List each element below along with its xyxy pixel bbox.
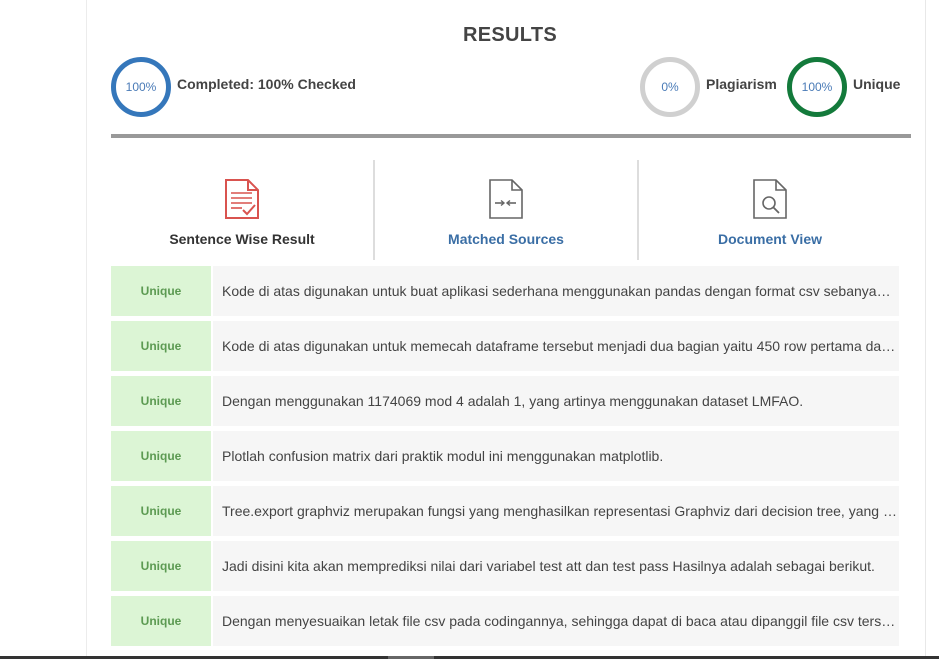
tab-sentence-wise-result[interactable]: Sentence Wise Result [111, 160, 373, 260]
tab-matched-sources[interactable]: Matched Sources [375, 160, 637, 260]
unique-status-badge: Unique [111, 376, 211, 426]
sentence-row[interactable]: Unique Jadi disini kita akan memprediksi… [111, 541, 899, 591]
unique-status-badge: Unique [111, 596, 211, 646]
card-edge [925, 0, 926, 659]
completed-label: Completed: 100% Checked [177, 76, 356, 92]
sentence-row[interactable]: Unique Kode di atas digunakan untuk meme… [111, 321, 899, 371]
results-title: RESULTS [463, 24, 557, 46]
tab-document-view-label: Document View [718, 231, 822, 247]
tab-matched-sources-label: Matched Sources [448, 231, 564, 247]
sentence-text: Jadi disini kita akan memprediksi nilai … [213, 541, 899, 591]
unique-status-badge: Unique [111, 321, 211, 371]
sentence-text: Kode di atas digunakan untuk memecah dat… [213, 321, 899, 371]
sentence-row[interactable]: Unique Kode di atas digunakan untuk buat… [111, 266, 899, 316]
document-check-icon [224, 178, 260, 225]
left-gutter [0, 0, 86, 659]
completed-progress-ring: 100% [111, 57, 171, 117]
unique-status-badge: Unique [111, 431, 211, 481]
unique-label: Unique [853, 76, 901, 92]
document-search-icon [752, 178, 788, 225]
sentence-row[interactable]: Unique Plotlah confusion matrix dari pra… [111, 431, 899, 481]
tab-document-view[interactable]: Document View [639, 160, 901, 260]
plagiarism-label: Plagiarism [706, 76, 777, 92]
unique-ring: 100% [787, 57, 847, 117]
sentence-text: Dengan menyesuaikan letak file csv pada … [213, 596, 899, 646]
plagiarism-ring: 0% [640, 57, 700, 117]
unique-status-badge: Unique [111, 541, 211, 591]
sentence-text: Tree.export graphviz merupakan fungsi ya… [213, 486, 899, 536]
sentence-row[interactable]: Unique Tree.export graphviz merupakan fu… [111, 486, 899, 536]
sentence-row[interactable]: Unique Dengan menyesuaikan letak file cs… [111, 596, 899, 646]
sentence-text: Plotlah confusion matrix dari praktik mo… [213, 431, 899, 481]
sentence-text: Kode di atas digunakan untuk buat aplika… [213, 266, 899, 316]
sentence-row[interactable]: Unique Dengan menggunakan 1174069 mod 4 … [111, 376, 899, 426]
tab-sentence-wise-result-label: Sentence Wise Result [169, 231, 315, 247]
completed-percent: 100% [125, 80, 157, 94]
plagiarism-percent: 0% [661, 80, 679, 94]
results-divider [111, 134, 911, 138]
sentence-text: Dengan menggunakan 1174069 mod 4 adalah … [213, 376, 899, 426]
unique-percent: 100% [801, 80, 833, 94]
unique-status-badge: Unique [111, 266, 211, 316]
unique-status-badge: Unique [111, 486, 211, 536]
compare-arrows-document-icon [488, 178, 524, 225]
